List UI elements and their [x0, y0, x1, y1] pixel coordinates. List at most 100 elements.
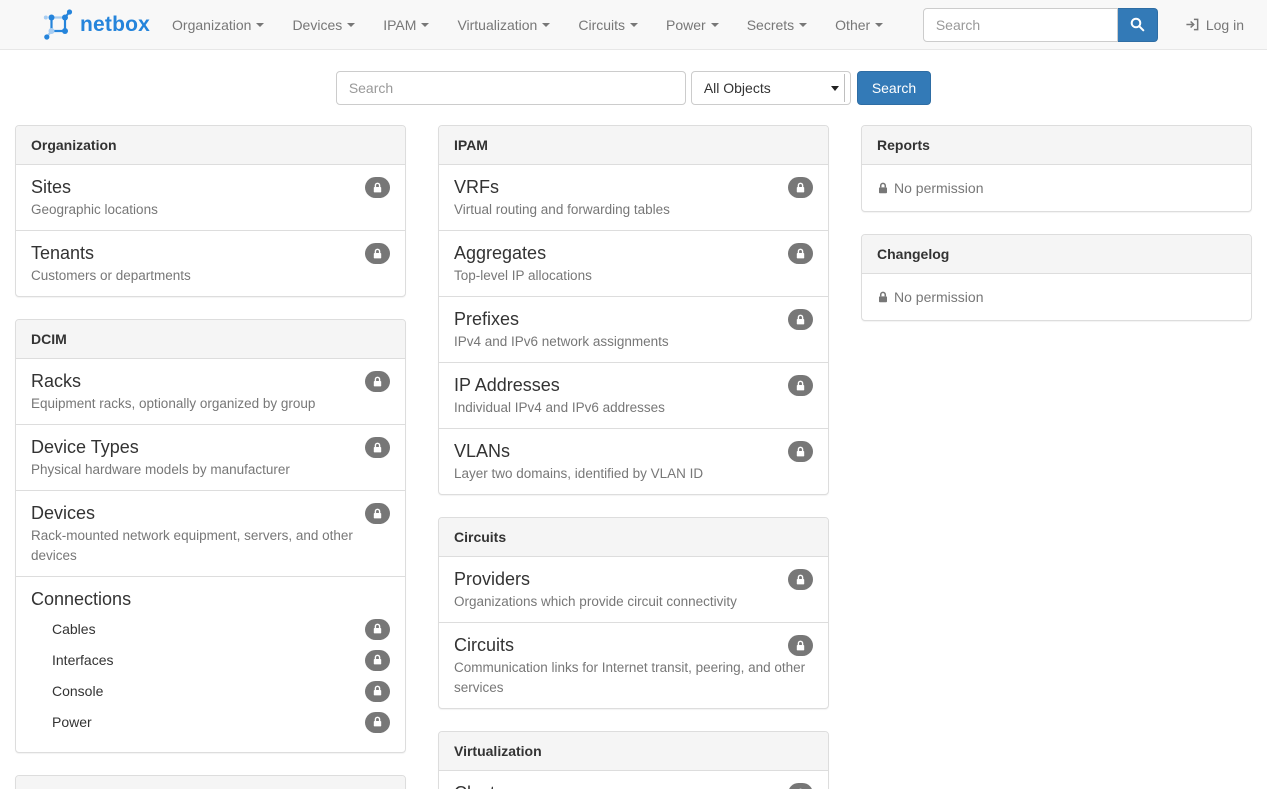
item-title: Clusters: [454, 781, 813, 789]
lock-icon: [795, 182, 806, 194]
sub-list: Cables Interfaces Console Power: [52, 614, 390, 738]
list-item-ip-addresses[interactable]: IP AddressesIndividual IPv4 and IPv6 add…: [439, 362, 828, 428]
panel-title: DCIM: [31, 331, 67, 347]
select-divider: [844, 74, 845, 102]
navbar-menu-other[interactable]: Other: [821, 0, 897, 49]
lock-badge: [365, 177, 390, 198]
caret-down-icon: [347, 23, 355, 27]
object-type-select[interactable]: All Objects: [691, 71, 851, 105]
sub-item-power[interactable]: Power: [52, 707, 390, 738]
caret-down-icon: [542, 23, 550, 27]
lock-icon: [877, 291, 889, 304]
panel-title: IPAM: [454, 137, 488, 153]
list-item-device-types[interactable]: Device TypesPhysical hardware models by …: [16, 424, 405, 490]
lock-icon: [372, 442, 383, 454]
list-item-circuits[interactable]: CircuitsCommunication links for Internet…: [439, 622, 828, 708]
lock-icon: [372, 248, 383, 260]
navbar-menu-power[interactable]: Power: [652, 0, 733, 49]
navbar-search-form: [923, 8, 1158, 42]
panel-heading: Reports: [862, 126, 1251, 165]
item-description: Individual IPv4 and IPv6 addresses: [454, 398, 813, 418]
global-search-button[interactable]: Search: [857, 71, 931, 105]
panel-circuits: Circuits ProvidersOrganizations which pro…: [438, 517, 829, 709]
panel-heading: Virtualization: [439, 732, 828, 771]
navbar-menu-circuits[interactable]: Circuits: [564, 0, 652, 49]
list-item-tenants[interactable]: TenantsCustomers or departments: [16, 230, 405, 296]
list-item-providers[interactable]: ProvidersOrganizations which provide cir…: [439, 557, 828, 622]
lock-badge: [365, 371, 390, 392]
navbar-menu-label: Devices: [292, 17, 342, 33]
navbar-menu-devices[interactable]: Devices: [278, 0, 369, 49]
netbox-brand[interactable]: netbox: [15, 0, 150, 49]
lock-badge: [365, 681, 390, 702]
item-description: Geographic locations: [31, 200, 390, 220]
lock-badge: [365, 619, 390, 640]
lock-icon: [372, 623, 383, 635]
sub-item-label: Power: [52, 714, 92, 730]
list-item-aggregates[interactable]: AggregatesTop-level IP allocations: [439, 230, 828, 296]
list-item-racks[interactable]: RacksEquipment racks, optionally organiz…: [16, 359, 405, 424]
sub-item-label: Interfaces: [52, 652, 113, 668]
navbar-menu-label: Circuits: [578, 17, 625, 33]
list-item-vrfs[interactable]: VRFsVirtual routing and forwarding table…: [439, 165, 828, 230]
navbar-menu-label: Power: [666, 17, 706, 33]
list-item-prefixes[interactable]: PrefixesIPv4 and IPv6 network assignment…: [439, 296, 828, 362]
netbox-logo-icon: [42, 8, 73, 41]
navbar-menu-ipam[interactable]: IPAM: [369, 0, 443, 49]
item-title: Circuits: [454, 633, 813, 657]
list-item-devices[interactable]: DevicesRack-mounted network equipment, s…: [16, 490, 405, 576]
navbar-right: Log in: [923, 0, 1252, 49]
item-title: Sites: [31, 175, 390, 199]
panel-title: Changelog: [877, 246, 949, 262]
list-item-connections[interactable]: Connections Cables Interfaces Console Power: [16, 576, 405, 752]
sub-item-console[interactable]: Console: [52, 676, 390, 707]
item-title: Device Types: [31, 435, 390, 459]
panel-heading: Organization: [16, 126, 405, 165]
lock-icon: [795, 314, 806, 326]
lock-icon: [795, 640, 806, 652]
navbar-menu-virtualization[interactable]: Virtualization: [443, 0, 564, 49]
dashboard-content: OrganizationSitesGeographic locationsTen…: [0, 125, 1267, 789]
panel-title: Virtualization: [454, 743, 542, 759]
column-right: ReportsNo permissionChangelogNo permissi…: [861, 125, 1252, 343]
sub-item-label: Cables: [52, 621, 96, 637]
panel-reports: ReportsNo permission: [861, 125, 1252, 212]
global-search-input[interactable]: [336, 71, 686, 105]
object-type-selected-value: All Objects: [704, 80, 771, 96]
item-description: Customers or departments: [31, 266, 390, 286]
item-title: Racks: [31, 369, 390, 393]
navbar-search-input[interactable]: [923, 8, 1118, 42]
panel-ipam: IPAM VRFsVirtual routing and forwarding t…: [438, 125, 829, 495]
panel-virtualization: Virtualization Clusters: [438, 731, 829, 789]
item-description: Layer two domains, identified by VLAN ID: [454, 464, 813, 484]
item-title: Connections: [31, 587, 390, 611]
column-middle: IPAM VRFsVirtual routing and forwarding t…: [438, 125, 829, 789]
navbar-menu-label: Organization: [172, 17, 251, 33]
navbar-menu-organization[interactable]: Organization: [158, 0, 278, 49]
panel-title: Organization: [31, 137, 117, 153]
lock-icon: [877, 182, 889, 195]
item-title: Prefixes: [454, 307, 813, 331]
sub-item-interfaces[interactable]: Interfaces: [52, 645, 390, 676]
list-item-sites[interactable]: SitesGeographic locations: [16, 165, 405, 230]
panel-title: Reports: [877, 137, 930, 153]
lock-icon: [795, 380, 806, 392]
lock-badge: [788, 243, 813, 264]
sub-item-cables[interactable]: Cables: [52, 614, 390, 645]
lock-icon: [372, 654, 383, 666]
navbar-menu-label: Other: [835, 17, 870, 33]
lock-badge: [788, 569, 813, 590]
navbar-menu-secrets[interactable]: Secrets: [733, 0, 821, 49]
lock-badge: [788, 177, 813, 198]
lock-icon: [795, 574, 806, 586]
login-link[interactable]: Log in: [1185, 17, 1252, 33]
navbar: netbox Organization Devices IPAM Virtualiza…: [0, 0, 1267, 50]
navbar-menu-label: Virtualization: [457, 17, 537, 33]
navbar-search-button[interactable]: [1118, 8, 1158, 42]
list-item-vlans[interactable]: VLANsLayer two domains, identified by VL…: [439, 428, 828, 494]
item-title: Providers: [454, 567, 813, 591]
caret-down-icon: [799, 23, 807, 27]
column-left: OrganizationSitesGeographic locationsTen…: [15, 125, 406, 789]
lock-icon: [372, 508, 383, 520]
list-item-clusters[interactable]: Clusters: [439, 771, 828, 789]
